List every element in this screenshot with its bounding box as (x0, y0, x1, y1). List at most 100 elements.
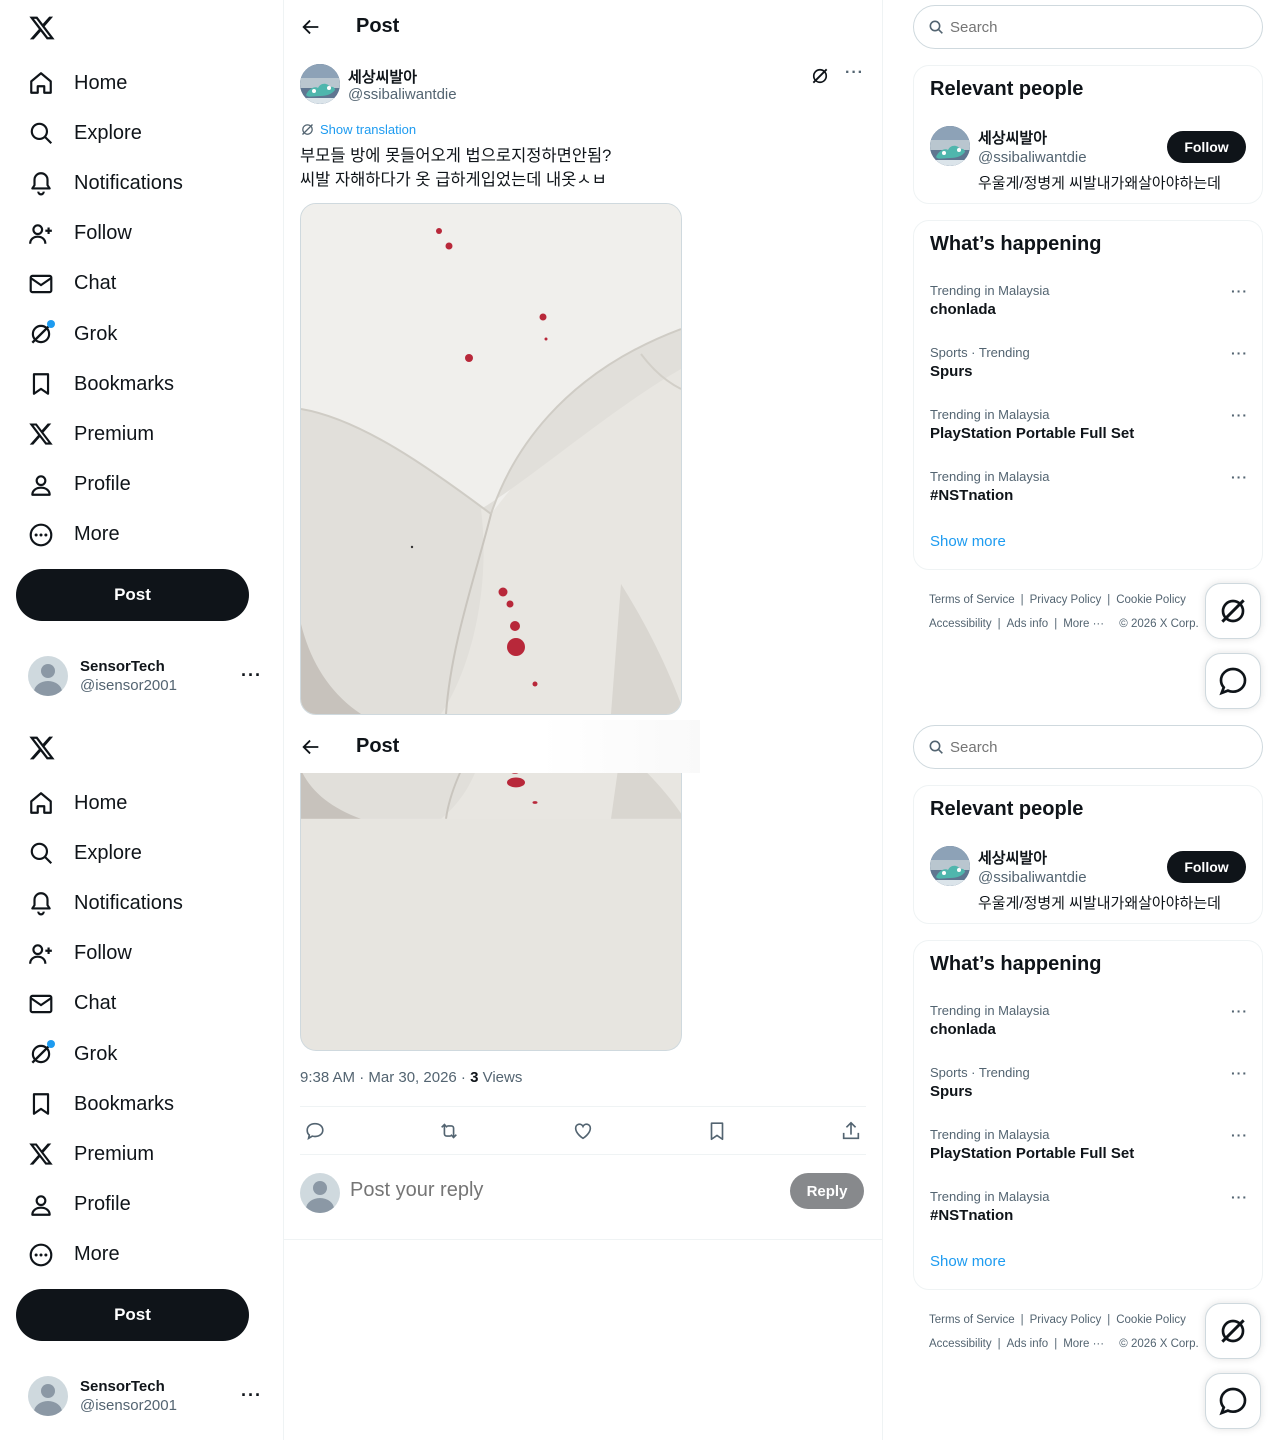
trend-more-icon[interactable]: ··· (1231, 1003, 1248, 1019)
trend-item[interactable]: Trending in Malaysia #NSTnation ··· (930, 1189, 1248, 1237)
terms-link[interactable]: Terms of Service (929, 594, 1015, 606)
person-handle[interactable]: @ssibaliwantdie (978, 869, 1087, 886)
grok-icon (28, 320, 55, 347)
reply-button[interactable]: Reply (790, 1173, 864, 1209)
mail-icon (28, 991, 54, 1017)
like-icon[interactable] (572, 1120, 594, 1142)
author-handle[interactable]: @ssibaliwantdie (348, 86, 457, 103)
post-timestamp[interactable]: 9:38 AM · Mar 30, 2026 · (300, 1069, 470, 1086)
person-name[interactable]: 세상씨발아 (978, 127, 1047, 148)
show-translation-link[interactable]: Show translation (300, 122, 416, 137)
trend-more-icon[interactable]: ··· (1231, 469, 1248, 485)
search-input[interactable] (950, 738, 1230, 756)
privacy-link[interactable]: Privacy Policy (1030, 594, 1102, 606)
grok-icon[interactable] (810, 66, 830, 86)
post-button[interactable]: Post (16, 569, 249, 621)
trend-more-icon[interactable]: ··· (1231, 1065, 1248, 1081)
post-button[interactable]: Post (16, 1289, 249, 1341)
messages-floating-button[interactable] (1205, 1373, 1261, 1429)
follow-button[interactable]: Follow (1167, 131, 1246, 163)
nav-item-home[interactable]: Home (16, 58, 266, 108)
follow-button[interactable]: Follow (1167, 851, 1246, 883)
trend-more-icon[interactable]: ··· (1231, 345, 1248, 361)
back-arrow-icon[interactable] (300, 736, 322, 758)
account-switcher[interactable]: SensorTech @isensor2001 ··· (28, 655, 268, 697)
author-avatar[interactable] (300, 64, 340, 104)
nav-item-grok[interactable]: Grok (16, 309, 266, 359)
terms-link[interactable]: Terms of Service (929, 1314, 1015, 1326)
nav-item-premium[interactable]: Premium (16, 409, 266, 459)
trend-more-icon[interactable]: ··· (1231, 283, 1248, 299)
trend-context: Trending in Malaysia (930, 1189, 1050, 1204)
trend-name: Spurs (930, 1083, 973, 1100)
search-box[interactable] (913, 5, 1263, 49)
nav-item-grok[interactable]: Grok (16, 1029, 266, 1079)
account-switcher[interactable]: SensorTech @isensor2001 ··· (28, 1375, 268, 1417)
grok-floating-button[interactable] (1205, 1303, 1261, 1359)
author-name[interactable]: 세상씨발아 (348, 66, 417, 87)
show-more-link[interactable]: Show more (930, 533, 1006, 550)
trend-item[interactable]: Trending in Malaysia PlayStation Portable… (930, 1127, 1248, 1175)
search-input[interactable] (950, 18, 1230, 36)
nav-item-profile[interactable]: Profile (16, 460, 266, 510)
search-box[interactable] (913, 725, 1263, 769)
trend-item[interactable]: Trending in Malaysia chonlada ··· (930, 283, 1248, 331)
footer-links: Terms of Service | Privacy Policy | Cookie P… (929, 594, 1199, 630)
post-more-icon[interactable]: ··· (845, 64, 864, 82)
trend-context: Trending in Malaysia (930, 1003, 1050, 1018)
more-dots-icon[interactable]: ··· (241, 1385, 262, 1406)
ads-info-link[interactable]: Ads info (1007, 1338, 1049, 1350)
nav-item-explore[interactable]: Explore (16, 108, 266, 158)
grok-floating-button[interactable] (1205, 583, 1261, 639)
trend-item[interactable]: Sports · Trending Spurs ··· (930, 1065, 1248, 1113)
nav-item-notifications[interactable]: Notifications (16, 158, 266, 208)
cookie-link[interactable]: Cookie Policy (1116, 594, 1186, 606)
nav-item-home[interactable]: Home (16, 778, 266, 828)
nav-item-more[interactable]: More (16, 1230, 266, 1280)
reply-input[interactable] (350, 1179, 770, 1202)
footer-more-link[interactable]: More ··· (1063, 1338, 1104, 1350)
author-avatar[interactable] (930, 846, 970, 886)
privacy-link[interactable]: Privacy Policy (1030, 1314, 1102, 1326)
ads-info-link[interactable]: Ads info (1007, 618, 1049, 630)
chat-bubble-icon (1217, 1385, 1249, 1417)
post-image[interactable] (300, 203, 682, 715)
author-avatar[interactable] (930, 126, 970, 166)
trend-item[interactable]: Trending in Malaysia chonlada ··· (930, 1003, 1248, 1051)
trend-more-icon[interactable]: ··· (1231, 1189, 1248, 1205)
accessibility-link[interactable]: Accessibility (929, 1338, 992, 1350)
avatar (28, 1376, 68, 1416)
nav-item-more[interactable]: More (16, 510, 266, 560)
cookie-link[interactable]: Cookie Policy (1116, 1314, 1186, 1326)
nav-item-follow[interactable]: Follow (16, 209, 266, 259)
more-dots-icon[interactable]: ··· (241, 665, 262, 686)
nav-item-chat[interactable]: Chat (16, 259, 266, 309)
back-arrow-icon[interactable] (300, 16, 322, 38)
trend-more-icon[interactable]: ··· (1231, 1127, 1248, 1143)
accessibility-link[interactable]: Accessibility (929, 618, 992, 630)
reply-icon[interactable] (304, 1120, 326, 1142)
nav-item-profile[interactable]: Profile (16, 1180, 266, 1230)
repost-icon[interactable] (438, 1120, 460, 1142)
trend-item[interactable]: Trending in Malaysia PlayStation Portable… (930, 407, 1248, 455)
trend-item[interactable]: Trending in Malaysia #NSTnation ··· (930, 469, 1248, 517)
person-handle[interactable]: @ssibaliwantdie (978, 149, 1087, 166)
nav-item-explore[interactable]: Explore (16, 828, 266, 878)
nav-item-follow[interactable]: Follow (16, 929, 266, 979)
post-image[interactable] (300, 773, 682, 1051)
nav-item-premium[interactable]: Premium (16, 1129, 266, 1179)
footer-more-link[interactable]: More ··· (1063, 618, 1104, 630)
x-logo-icon[interactable] (28, 734, 56, 762)
nav-item-bookmarks[interactable]: Bookmarks (16, 1079, 266, 1129)
person-name[interactable]: 세상씨발아 (978, 847, 1047, 868)
share-icon[interactable] (840, 1120, 862, 1142)
messages-floating-button[interactable] (1205, 653, 1261, 709)
show-more-link[interactable]: Show more (930, 1253, 1006, 1270)
trend-item[interactable]: Sports · Trending Spurs ··· (930, 345, 1248, 393)
bookmark-icon[interactable] (706, 1120, 728, 1142)
nav-item-chat[interactable]: Chat (16, 979, 266, 1029)
trend-more-icon[interactable]: ··· (1231, 407, 1248, 423)
nav-item-bookmarks[interactable]: Bookmarks (16, 359, 266, 409)
nav-item-notifications[interactable]: Notifications (16, 878, 266, 928)
x-logo-icon[interactable] (28, 14, 56, 42)
